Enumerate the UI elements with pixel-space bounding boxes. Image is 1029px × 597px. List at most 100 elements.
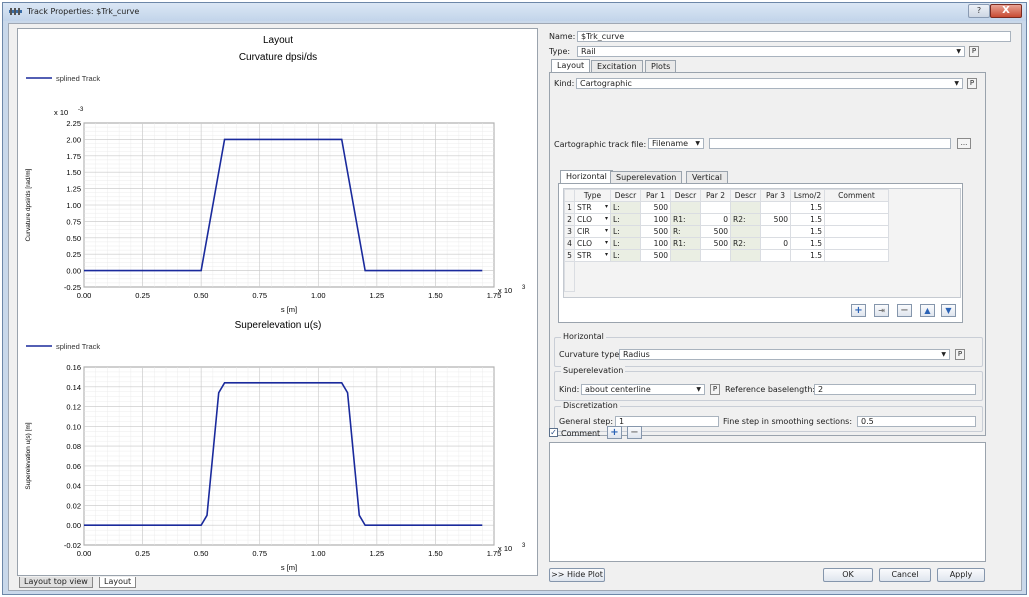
lsmo-cell[interactable]: 1.5 (790, 201, 825, 214)
chevron-down-icon: ▾ (604, 251, 608, 258)
lsmo-cell[interactable]: 1.5 (790, 249, 825, 262)
p2-cell[interactable]: 0 (700, 213, 731, 226)
p2-cell[interactable] (700, 201, 731, 214)
d1-cell[interactable]: L: (610, 201, 641, 214)
comment-checkbox[interactable]: ✓ (549, 428, 558, 437)
legend-label: splined Track (56, 342, 100, 351)
type-cell[interactable]: STR ▾ (574, 201, 611, 214)
super-p-button[interactable]: P (710, 384, 720, 395)
remove-row-button[interactable]: − (897, 304, 912, 317)
cancel-button[interactable]: Cancel (879, 568, 931, 582)
kind-p-button[interactable]: P (967, 78, 977, 89)
curvature-type-dropdown[interactable]: Radius ▼ (619, 349, 950, 360)
type-cell[interactable]: STR ▾ (574, 249, 611, 262)
type-cell[interactable]: CIR ▾ (574, 225, 611, 238)
p1-cell[interactable]: 500 (640, 249, 671, 262)
name-field[interactable]: $Trk_curve (577, 31, 1011, 42)
fine-step-field[interactable]: 0.5 (857, 416, 976, 427)
table-corner (564, 189, 575, 202)
close-button[interactable]: X (990, 4, 1022, 18)
column-header: Descr (610, 189, 641, 202)
p3-cell[interactable]: 500 (760, 213, 791, 226)
comment-cell[interactable] (824, 201, 889, 214)
d2-cell[interactable] (670, 249, 701, 262)
comment-cell[interactable] (824, 249, 889, 262)
horizontal-subpanel: Type Descr Par 1 Descr Par 2 Descr Par 3 Lsmo/2… (558, 183, 963, 323)
p3-cell[interactable]: 0 (760, 237, 791, 250)
tab-layout[interactable]: Layout (99, 577, 137, 588)
d3-cell[interactable] (730, 225, 761, 238)
ok-button[interactable]: OK (823, 568, 873, 582)
p3-cell[interactable] (760, 201, 791, 214)
window-title: Track Properties: $Trk_curve (27, 7, 140, 16)
tab-plots[interactable]: Plots (645, 60, 677, 72)
d3-cell[interactable] (730, 249, 761, 262)
x-tick-label: 1.25 (370, 549, 385, 558)
comment-add-button[interactable]: + (607, 426, 622, 439)
column-header: Par 3 (760, 189, 791, 202)
comment-textarea[interactable] (549, 442, 986, 562)
d3-cell[interactable]: R2: (730, 213, 761, 226)
x-tick-label: 1.50 (428, 291, 443, 300)
insert-row-button[interactable]: ⇥ (874, 304, 889, 317)
x-tick-label: 0.00 (77, 291, 92, 300)
d2-cell[interactable] (670, 201, 701, 214)
subtab-vertical[interactable]: Vertical (686, 171, 728, 183)
p1-cell[interactable]: 500 (640, 201, 671, 214)
comment-remove-button[interactable]: − (627, 426, 642, 439)
p3-cell[interactable] (760, 225, 791, 238)
type-dropdown[interactable]: Rail ▼ (577, 46, 965, 57)
p2-cell[interactable]: 500 (700, 225, 731, 238)
y-tick-label: 0.00 (66, 267, 81, 276)
p2-cell[interactable] (700, 249, 731, 262)
type-p-button[interactable]: P (969, 46, 979, 57)
curvature-p-button[interactable]: P (955, 349, 965, 360)
p2-cell[interactable]: 500 (700, 237, 731, 250)
tab-layout[interactable]: Layout (551, 59, 591, 72)
d3-cell[interactable] (730, 201, 761, 214)
x-multiplier-exponent: 3 (522, 543, 526, 549)
p1-cell[interactable]: 100 (640, 237, 671, 250)
subtab-superelevation[interactable]: Superelevation (610, 171, 683, 183)
p1-cell[interactable]: 100 (640, 213, 671, 226)
tab-excitation[interactable]: Excitation (591, 60, 643, 72)
d1-cell[interactable]: L: (610, 213, 641, 226)
move-down-button[interactable]: ▼ (941, 304, 956, 317)
carto-mode-dropdown[interactable]: Filename ▼ (648, 138, 704, 149)
d1-cell[interactable]: L: (610, 225, 641, 238)
table-empty-row (564, 261, 889, 292)
segments-table: Type Descr Par 1 Descr Par 2 Descr Par 3 Lsmo/2… (564, 189, 889, 292)
comment-cell[interactable] (824, 213, 889, 226)
carto-file-field[interactable] (709, 138, 951, 149)
subtab-horizontal[interactable]: Horizontal (560, 170, 613, 183)
type-cell[interactable]: CLO ▾ (574, 213, 611, 226)
d1-cell[interactable]: L: (610, 237, 641, 250)
move-up-button[interactable]: ▲ (920, 304, 935, 317)
y-tick-label: 1.00 (66, 201, 81, 210)
apply-button[interactable]: Apply (937, 568, 985, 582)
type-cell[interactable]: CLO ▾ (574, 237, 611, 250)
p1-cell[interactable]: 500 (640, 225, 671, 238)
lsmo-cell[interactable]: 1.5 (790, 213, 825, 226)
d2-cell[interactable]: R1: (670, 237, 701, 250)
table-row: 3 CIR ▾ L: 500 R: 500 1.5 (564, 225, 889, 238)
comment-cell[interactable] (824, 237, 889, 250)
y-tick-label: 0.00 (66, 521, 81, 530)
comment-cell[interactable] (824, 225, 889, 238)
browse-button[interactable]: ... (957, 138, 971, 149)
add-row-button[interactable]: + (851, 304, 866, 317)
y-tick-label: 0.04 (66, 482, 81, 491)
hide-plot-button[interactable]: >> Hide Plot (549, 568, 605, 582)
p3-cell[interactable] (760, 249, 791, 262)
ref-baselength-field[interactable]: 2 (814, 384, 976, 395)
tab-layout-top-view[interactable]: Layout top view (19, 577, 93, 588)
d3-cell[interactable]: R2: (730, 237, 761, 250)
kind-dropdown[interactable]: Cartographic ▼ (576, 78, 963, 89)
lsmo-cell[interactable]: 1.5 (790, 237, 825, 250)
d1-cell[interactable]: L: (610, 249, 641, 262)
d2-cell[interactable]: R: (670, 225, 701, 238)
lsmo-cell[interactable]: 1.5 (790, 225, 825, 238)
d2-cell[interactable]: R1: (670, 213, 701, 226)
help-button[interactable]: ? (968, 4, 990, 18)
super-kind-dropdown[interactable]: about centerline ▼ (581, 384, 705, 395)
